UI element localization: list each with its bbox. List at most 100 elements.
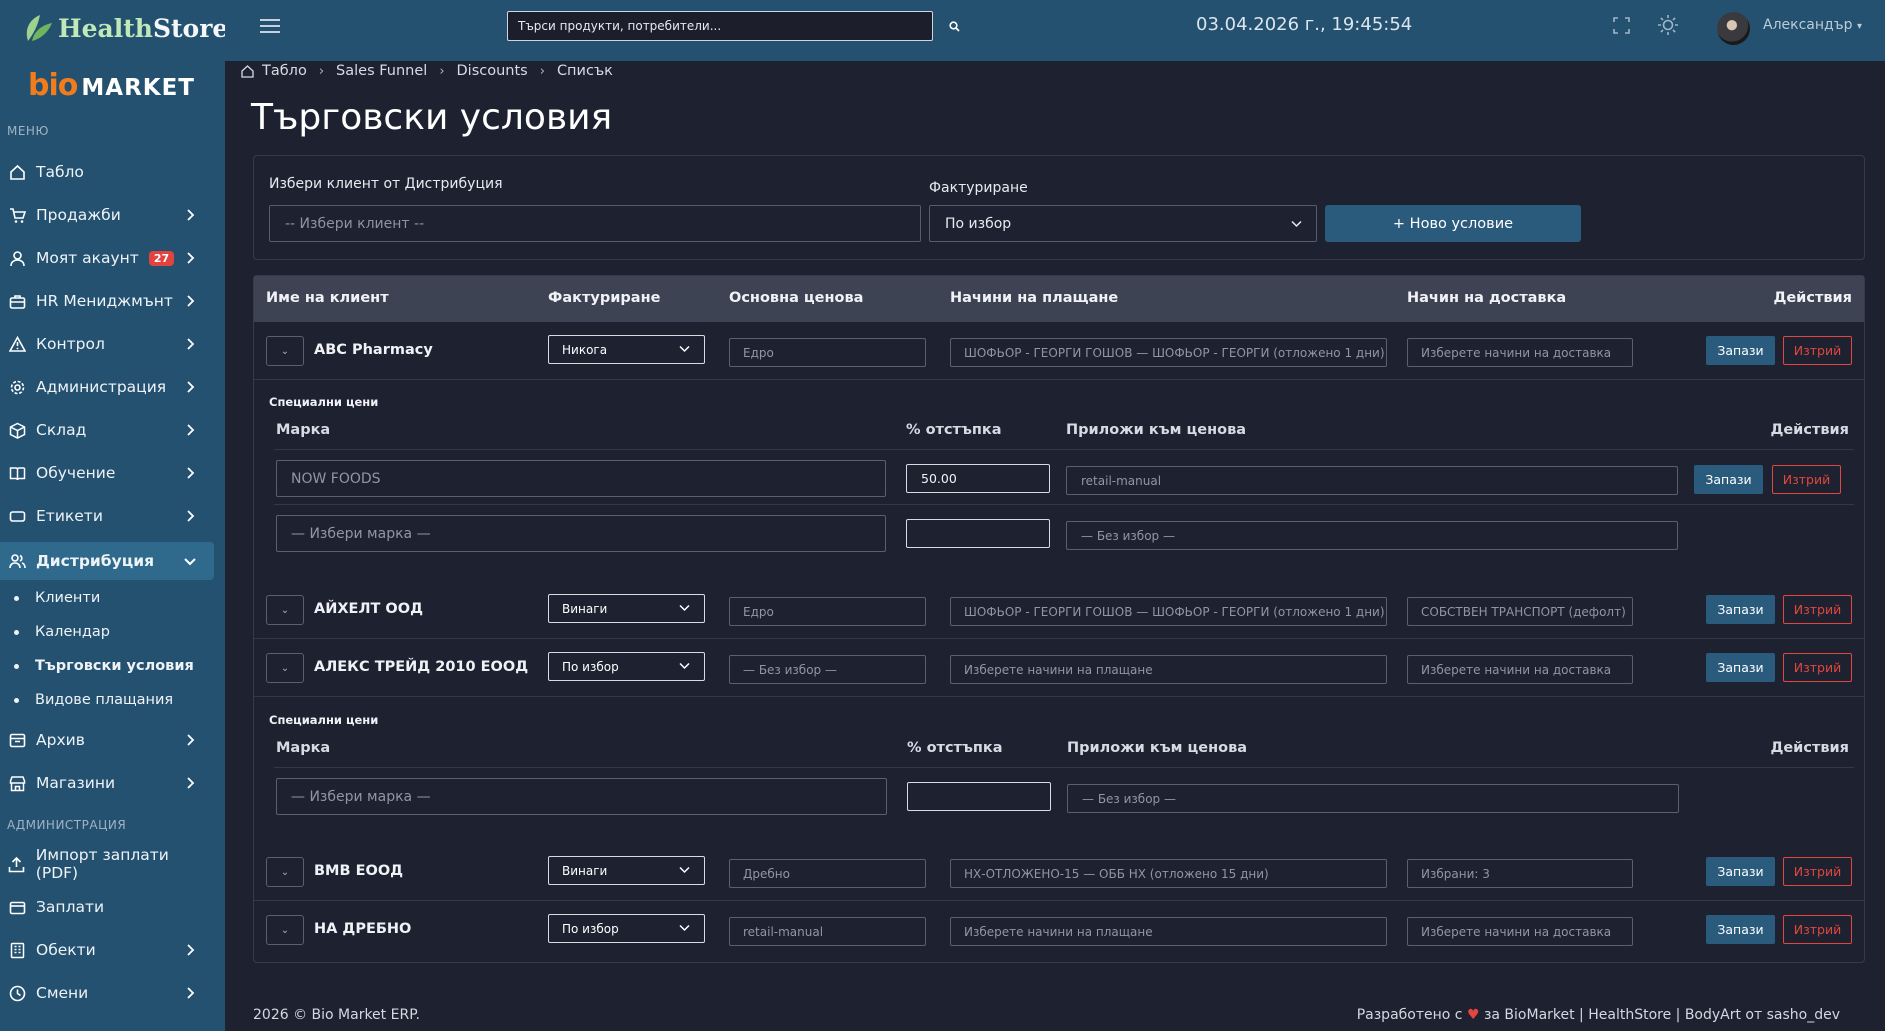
- expand-row-button[interactable]: ⌄: [266, 915, 304, 945]
- billing-row-select[interactable]: Винаги: [548, 594, 705, 623]
- new-discount-input[interactable]: [906, 519, 1050, 548]
- billing-row-select[interactable]: По избор: [548, 914, 705, 943]
- avatar[interactable]: [1717, 12, 1750, 45]
- price-list-input[interactable]: — Без избор —: [729, 655, 926, 684]
- new-brand-select[interactable]: — Избери марка —: [276, 778, 887, 815]
- delete-button[interactable]: Изтрий: [1783, 653, 1852, 682]
- sidebar-subitem-clients[interactable]: Клиенти: [14, 590, 100, 606]
- sidebar-item-labels[interactable]: Етикети: [0, 497, 214, 535]
- notification-badge: 27: [148, 250, 175, 266]
- biomarket-logo[interactable]: bio MARKET: [28, 68, 195, 103]
- wallet-icon: [8, 898, 26, 916]
- sidebar-item-stores[interactable]: Магазини: [0, 764, 214, 802]
- payment-methods-input[interactable]: ШОФЬОР - ГЕОРГИ ГОШОВ — ШОФЬОР - ГЕОРГИ …: [950, 597, 1387, 626]
- billing-select[interactable]: По избор: [929, 205, 1317, 242]
- price-list-input[interactable]: Едро: [729, 338, 926, 367]
- bullet-icon: [14, 595, 19, 601]
- delete-button[interactable]: Изтрий: [1783, 915, 1852, 944]
- special-save-button[interactable]: Запази: [1694, 465, 1763, 494]
- sidebar-item-hr[interactable]: HR Мениджмънт: [0, 282, 214, 320]
- expand-row-button[interactable]: ⌄: [266, 595, 304, 625]
- sidebar-item-control[interactable]: Контрол: [0, 325, 214, 363]
- col-brand: Марка: [276, 740, 331, 756]
- sidebar-item-salaries[interactable]: Заплати: [0, 888, 214, 926]
- store-icon: [8, 774, 26, 792]
- new-discount-input[interactable]: [907, 782, 1051, 811]
- payment-methods-input[interactable]: НХ-ОТЛОЖЕНО-15 — ОББ НХ (отложено 15 дни…: [950, 859, 1387, 888]
- healthstore-logo[interactable]: HealthStore: [20, 8, 228, 48]
- table-row: ⌄ АЙХЕЛТ ООД Винаги Едро ШОФЬОР - ГЕОРГИ…: [254, 581, 1864, 639]
- chevron-right-icon: [187, 987, 195, 999]
- menu-toggle-icon[interactable]: [260, 18, 280, 34]
- delete-button[interactable]: Изтрий: [1783, 595, 1852, 624]
- chevron-down-icon: ⌄: [280, 866, 290, 878]
- price-list-input[interactable]: Дребно: [729, 859, 926, 888]
- client-select[interactable]: -- Избери клиент --: [269, 205, 921, 242]
- sidebar-subitem-calendar[interactable]: Календар: [14, 624, 110, 640]
- client-name: НА ДРЕБНО: [314, 921, 412, 937]
- breadcrumb-home[interactable]: Табло: [262, 63, 307, 79]
- save-button[interactable]: Запази: [1706, 915, 1775, 944]
- price-list-input[interactable]: retail-manual: [729, 917, 926, 946]
- save-button[interactable]: Запази: [1706, 653, 1775, 682]
- payment-methods-input[interactable]: Изберете начини на плащане: [950, 655, 1387, 684]
- chevron-down-icon: [679, 345, 690, 353]
- delivery-methods-input[interactable]: Изберете начини на доставка: [1407, 655, 1633, 684]
- brand-input[interactable]: NOW FOODS: [276, 460, 886, 497]
- new-brand-select[interactable]: — Избери марка —: [276, 515, 886, 552]
- sidebar-item-account[interactable]: Моят акаунт 27: [0, 239, 214, 277]
- billing-row-select[interactable]: Винаги: [548, 856, 705, 885]
- sidebar-item-dashboard[interactable]: Табло: [0, 153, 214, 191]
- discount-input[interactable]: 50.00: [906, 464, 1050, 493]
- main-content: Табло › Sales Funnel › Discounts › Списъ…: [225, 61, 1885, 1031]
- save-button[interactable]: Запази: [1706, 857, 1775, 886]
- search-button[interactable]: [937, 11, 971, 41]
- sidebar-item-administration[interactable]: Администрация: [0, 368, 214, 406]
- billing-row-select[interactable]: По избор: [548, 652, 705, 681]
- delivery-methods-input[interactable]: Избрани: 3: [1407, 859, 1633, 888]
- col-actions: Действия: [1773, 290, 1852, 306]
- delete-button[interactable]: Изтрий: [1783, 336, 1852, 365]
- breadcrumb-separator-icon: ›: [539, 63, 545, 79]
- sidebar-item-sales[interactable]: Продажби: [0, 196, 214, 234]
- expand-row-button[interactable]: ⌄: [266, 653, 304, 683]
- new-apply-price-list-select[interactable]: — Без избор —: [1066, 521, 1678, 550]
- chevron-right-icon: [187, 209, 195, 221]
- apply-price-list-input[interactable]: retail-manual: [1066, 466, 1678, 495]
- breadcrumb-discounts[interactable]: Discounts: [457, 63, 528, 79]
- sidebar-item-objects[interactable]: Обекти: [0, 931, 214, 969]
- expand-row-button[interactable]: ⌄: [266, 336, 304, 366]
- breadcrumb-sales-funnel[interactable]: Sales Funnel: [336, 63, 427, 79]
- save-button[interactable]: Запази: [1706, 595, 1775, 624]
- sidebar-item-import-salaries[interactable]: Импорт заплати (PDF): [0, 845, 214, 883]
- fullscreen-icon[interactable]: [1613, 17, 1630, 34]
- client-name: АЙХЕЛТ ООД: [314, 601, 423, 617]
- price-list-input[interactable]: Едро: [729, 597, 926, 626]
- user-menu[interactable]: Александър ▾: [1763, 17, 1862, 33]
- payment-methods-input[interactable]: Изберете начини на плащане: [950, 917, 1387, 946]
- delivery-methods-input[interactable]: Изберете начини на доставка: [1407, 917, 1633, 946]
- delivery-methods-input[interactable]: Изберете начини на доставка: [1407, 338, 1633, 367]
- sidebar-subitem-payment-types[interactable]: Видове плащания: [14, 692, 173, 708]
- sidebar-item-training[interactable]: Обучение: [0, 454, 214, 492]
- theme-toggle-sun-icon[interactable]: [1657, 14, 1679, 36]
- sidebar-item-warehouse[interactable]: Склад: [0, 411, 214, 449]
- save-button[interactable]: Запази: [1706, 336, 1775, 365]
- billing-row-select[interactable]: Никога: [548, 335, 705, 364]
- special-delete-button[interactable]: Изтрий: [1772, 465, 1841, 494]
- special-prices-title: Специални цени: [269, 713, 379, 727]
- new-apply-price-list-select[interactable]: — Без избор —: [1067, 784, 1679, 813]
- footer-credits-prefix: Разработено с: [1356, 1007, 1463, 1023]
- delete-button[interactable]: Изтрий: [1783, 857, 1852, 886]
- sidebar-item-label: Обекти: [36, 941, 96, 959]
- payment-methods-input[interactable]: ШОФЬОР - ГЕОРГИ ГОШОВ — ШОФЬОР - ГЕОРГИ …: [950, 338, 1387, 367]
- sidebar-item-shifts[interactable]: Смени: [0, 974, 214, 1012]
- expand-row-button[interactable]: ⌄: [266, 857, 304, 887]
- sidebar-item-distribution[interactable]: Дистрибуция: [0, 542, 214, 580]
- delivery-methods-input[interactable]: СОБСТВЕН ТРАНСПОРТ (дефолт): [1407, 597, 1633, 626]
- search-input[interactable]: Търси продукти, потребители...: [507, 11, 933, 41]
- sidebar-subitem-trade-terms[interactable]: Търговски условия: [14, 658, 194, 674]
- sidebar-subitem-label: Търговски условия: [35, 658, 194, 674]
- sidebar-item-archive[interactable]: Архив: [0, 721, 214, 759]
- new-condition-button[interactable]: + Ново условие: [1325, 205, 1581, 242]
